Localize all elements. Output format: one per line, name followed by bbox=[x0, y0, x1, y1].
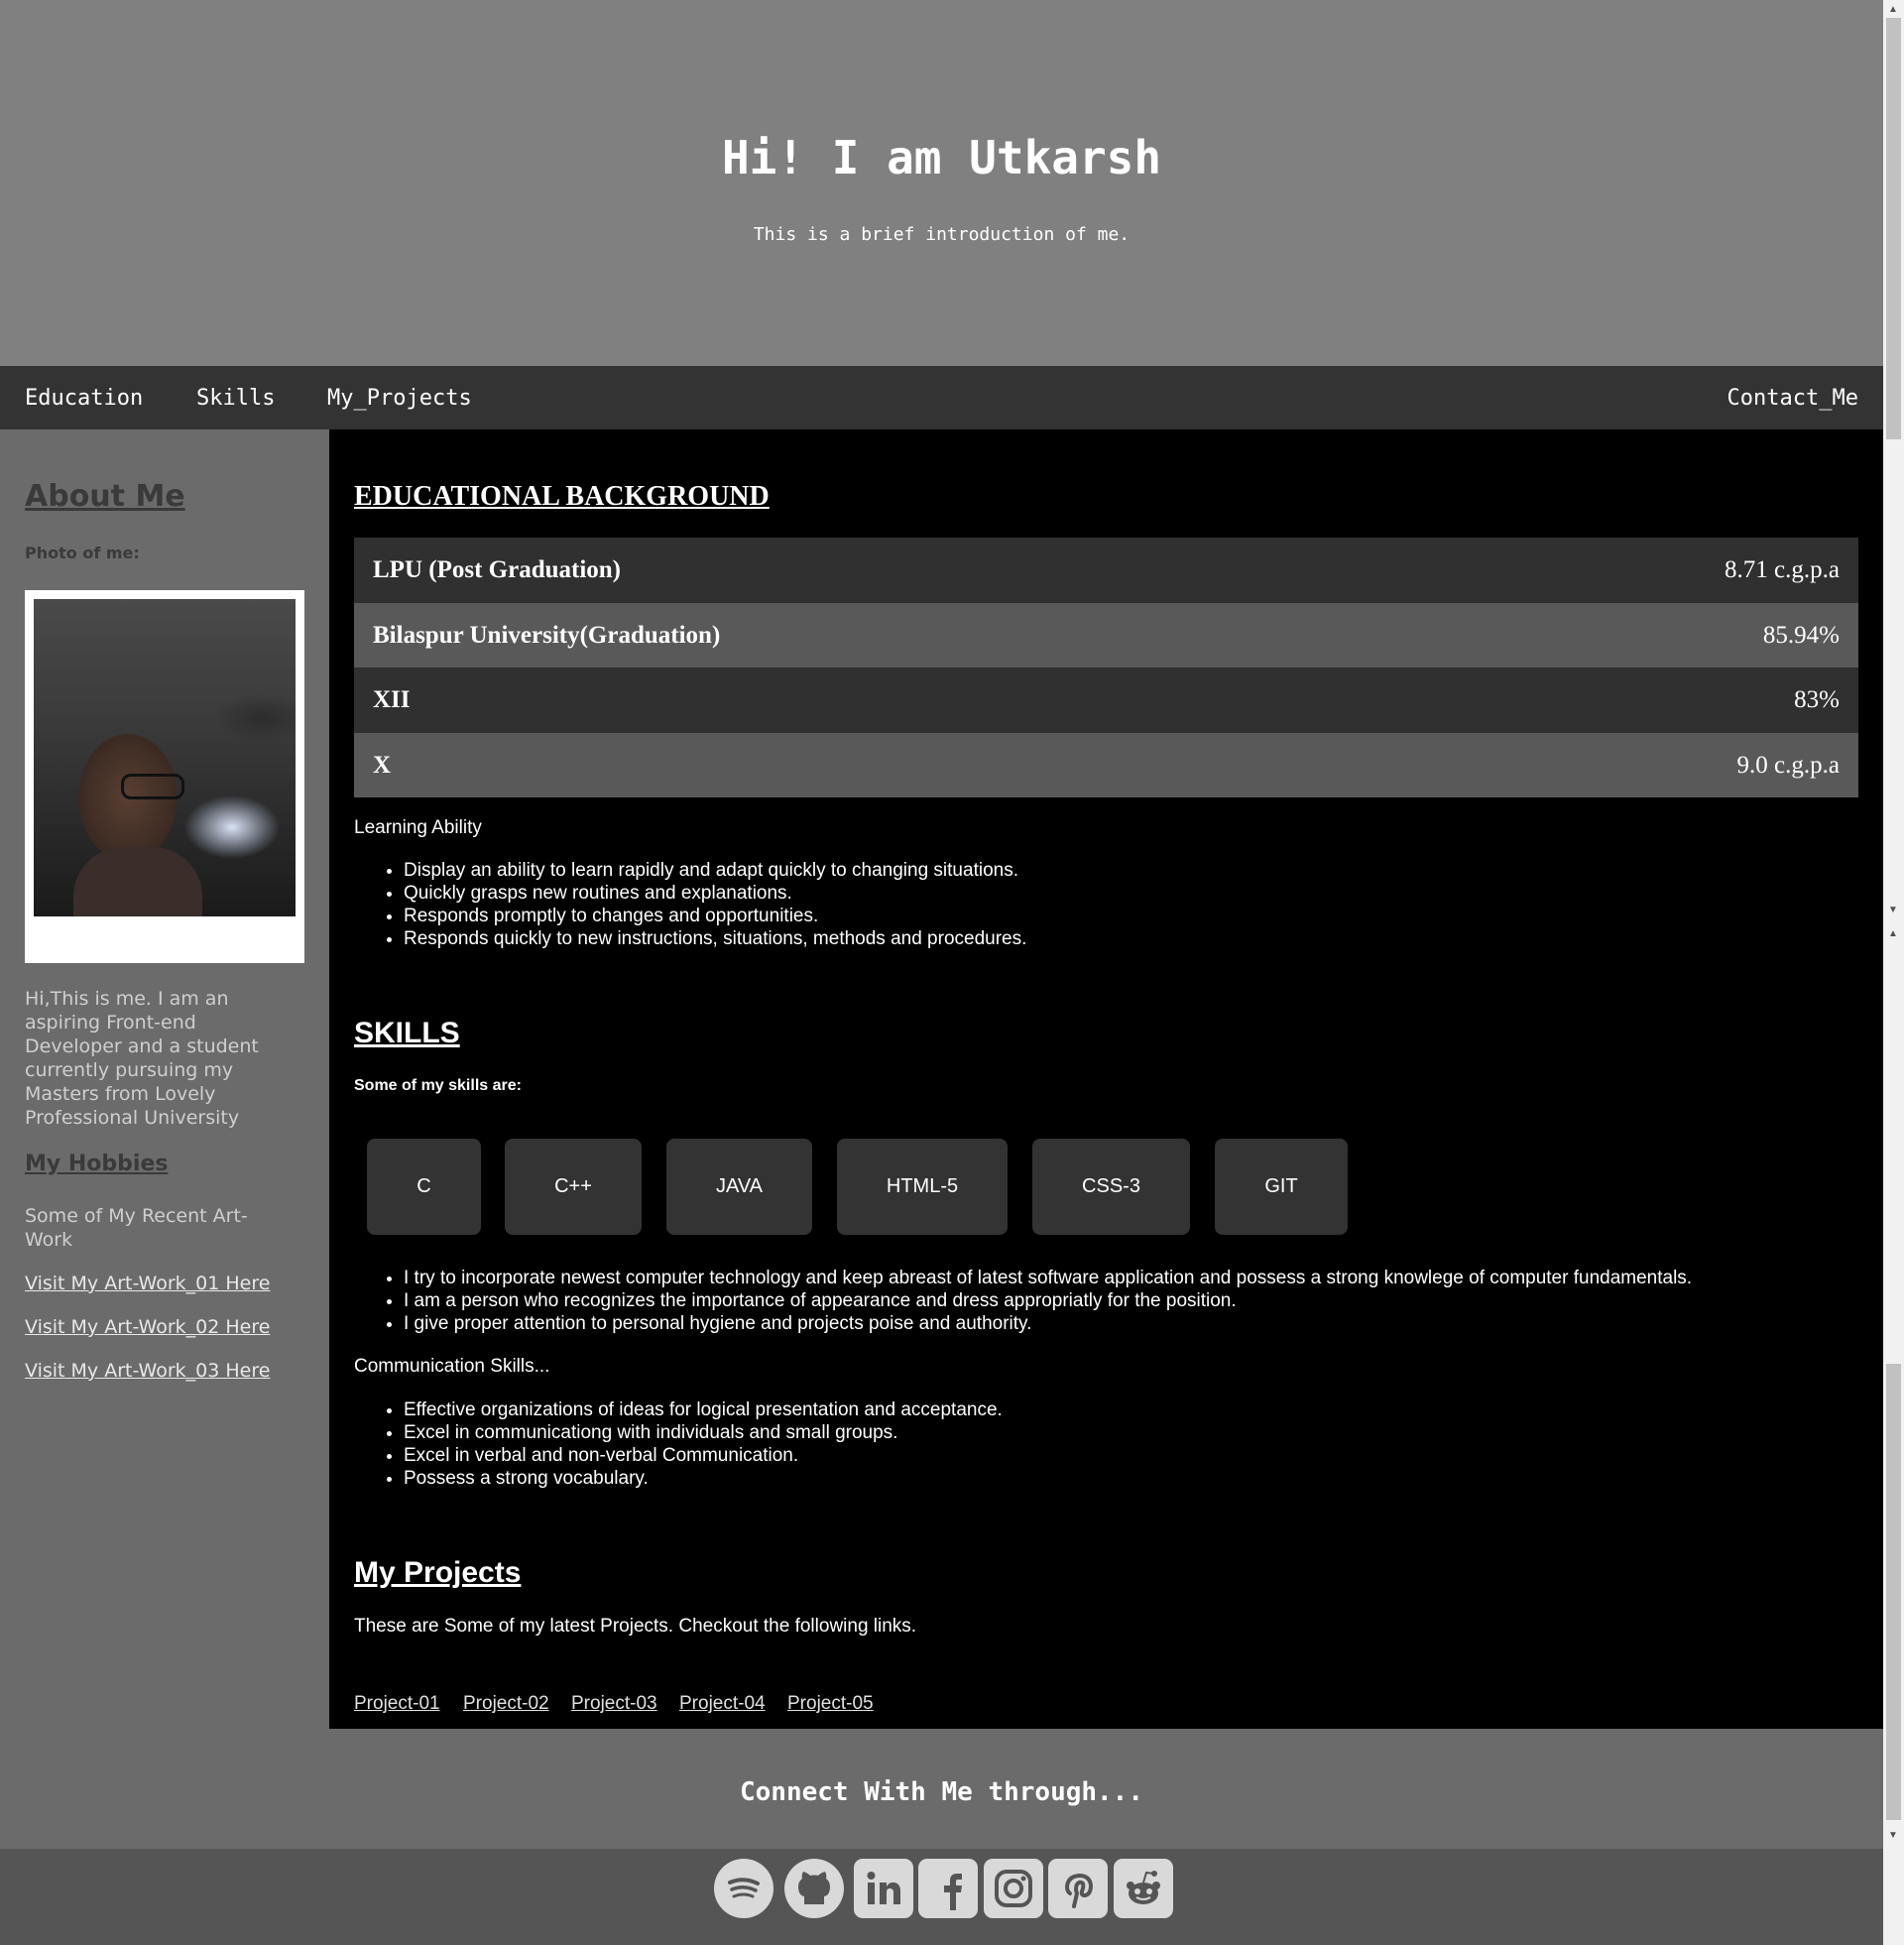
table-row: LPU (Post Graduation) 8.71 c.g.p.a bbox=[354, 538, 1858, 603]
skills-subtitle: Some of my skills are: bbox=[354, 1077, 522, 1094]
nav-projects-link[interactable]: My_Projects bbox=[327, 386, 472, 411]
education-name: XII bbox=[373, 686, 411, 713]
pinterest-icon[interactable] bbox=[1048, 1859, 1108, 1918]
page: Hi! I am Utkarsh This is a brief introdu… bbox=[0, 0, 1883, 1945]
page-subtitle: This is a brief introduction of me. bbox=[753, 224, 1130, 245]
project-link[interactable]: Project-02 bbox=[463, 1693, 549, 1715]
recent-art-text: Some of My Recent Art-Work bbox=[25, 1205, 248, 1251]
learning-title: Learning Ability bbox=[354, 817, 482, 838]
art-work-link[interactable]: Visit My Art-Work_02 Here bbox=[25, 1316, 270, 1338]
education-score: 85.94% bbox=[1762, 621, 1840, 649]
education-name: X bbox=[373, 751, 392, 779]
education-table: LPU (Post Graduation) 8.71 c.g.p.a Bilas… bbox=[354, 538, 1858, 797]
education-name: Bilaspur University(Graduation) bbox=[373, 621, 721, 649]
list-item: Effective organizations of ideas for log… bbox=[404, 1398, 1003, 1421]
skill-chip: CSS-3 bbox=[1032, 1139, 1190, 1235]
education-score: 9.0 c.g.p.a bbox=[1736, 751, 1840, 779]
project-link[interactable]: Project-04 bbox=[679, 1693, 766, 1715]
hobbies-heading: My Hobbies bbox=[25, 1152, 169, 1176]
page-header: Hi! I am Utkarsh This is a brief introdu… bbox=[0, 0, 1883, 366]
skill-chip: GIT bbox=[1215, 1139, 1348, 1235]
nav-education-link[interactable]: Education bbox=[25, 386, 143, 411]
spotify-icon[interactable] bbox=[714, 1859, 774, 1918]
intro-text: Hi,This is me. I am an aspiring Front-en… bbox=[25, 988, 259, 1129]
instagram-icon[interactable] bbox=[984, 1859, 1043, 1918]
communication-title: Communication Skills... bbox=[354, 1356, 550, 1377]
table-row: X 9.0 c.g.p.a bbox=[354, 732, 1858, 797]
sidebar: About Me Photo of me: Hi,This is me. I a… bbox=[0, 429, 329, 1729]
social-bar bbox=[0, 1849, 1883, 1945]
scroll-up-icon[interactable]: ▲ bbox=[1888, 4, 1898, 15]
list-item: Excel in verbal and non-verbal Communica… bbox=[404, 1444, 1003, 1467]
linkedin-icon[interactable] bbox=[854, 1859, 913, 1918]
skill-chip: HTML-5 bbox=[837, 1139, 1008, 1235]
table-row: Bilaspur University(Graduation) 85.94% bbox=[354, 602, 1858, 668]
learning-list: Display an ability to learn rapidly and … bbox=[354, 859, 1026, 950]
art-work-link[interactable]: Visit My Art-Work_03 Here bbox=[25, 1360, 270, 1382]
connect-heading: Connect With Me through... bbox=[740, 1777, 1143, 1807]
facebook-icon[interactable] bbox=[918, 1859, 978, 1918]
communication-list: Effective organizations of ideas for log… bbox=[354, 1398, 1003, 1490]
scroll-up-icon[interactable]: ▲ bbox=[1888, 928, 1898, 939]
skill-chip: C++ bbox=[505, 1139, 642, 1235]
skill-chip: JAVA bbox=[666, 1139, 812, 1235]
education-name: LPU (Post Graduation) bbox=[373, 556, 621, 583]
education-heading: EDUCATIONAL BACKGROUND bbox=[354, 481, 770, 512]
art-work-link[interactable]: Visit My Art-Work_01 Here bbox=[25, 1273, 270, 1294]
skills-heading: SKILLS bbox=[354, 1017, 460, 1049]
scrollbar[interactable]: ▲ ▼ ▲ ▼ bbox=[1883, 0, 1904, 1945]
photo-glasses bbox=[121, 774, 184, 799]
connect-section: Connect With Me through... bbox=[0, 1729, 1883, 1849]
github-icon[interactable] bbox=[784, 1859, 844, 1918]
scroll-thumb[interactable] bbox=[1886, 1364, 1901, 1820]
page-title: Hi! I am Utkarsh bbox=[721, 131, 1162, 184]
skills-list: I try to incorporate newest computer tec… bbox=[354, 1267, 1692, 1335]
photo-frame bbox=[25, 590, 304, 963]
about-me-heading: About Me bbox=[25, 479, 185, 514]
skill-chip: C bbox=[367, 1139, 481, 1235]
list-item: Quickly grasps new routines and explanat… bbox=[404, 882, 1026, 905]
list-item: I try to incorporate newest computer tec… bbox=[404, 1267, 1692, 1289]
list-item: Excel in communicationg with individuals… bbox=[404, 1421, 1003, 1444]
list-item: I am a person who recognizes the importa… bbox=[404, 1289, 1692, 1312]
project-link[interactable]: Project-03 bbox=[571, 1693, 657, 1715]
top-nav: Education Skills My_Projects Contact_Me bbox=[0, 366, 1883, 429]
table-row: XII 83% bbox=[354, 668, 1858, 733]
nav-contact-link[interactable]: Contact_Me bbox=[1727, 386, 1858, 411]
project-link[interactable]: Project-05 bbox=[787, 1693, 874, 1715]
list-item: Responds promptly to changes and opportu… bbox=[404, 905, 1026, 927]
projects-heading: My Projects bbox=[354, 1556, 522, 1589]
list-item: Responds quickly to new instructions, si… bbox=[404, 927, 1026, 950]
list-item: Display an ability to learn rapidly and … bbox=[404, 859, 1026, 882]
main-content: EDUCATIONAL BACKGROUND LPU (Post Graduat… bbox=[329, 429, 1883, 1729]
list-item: Possess a strong vocabulary. bbox=[404, 1467, 1003, 1490]
photo-shirt bbox=[73, 847, 202, 916]
education-score: 83% bbox=[1794, 686, 1840, 713]
nav-skills-link[interactable]: Skills bbox=[196, 386, 275, 411]
list-item: I give proper attention to personal hygi… bbox=[404, 1312, 1692, 1335]
profile-photo bbox=[34, 599, 296, 916]
scroll-down-icon[interactable]: ▼ bbox=[1888, 905, 1898, 915]
scroll-down-icon[interactable]: ▼ bbox=[1888, 1830, 1898, 1841]
reddit-icon[interactable] bbox=[1114, 1859, 1173, 1918]
photo-label: Photo of me: bbox=[25, 544, 140, 562]
education-score: 8.71 c.g.p.a bbox=[1725, 556, 1840, 583]
project-link[interactable]: Project-01 bbox=[354, 1693, 440, 1715]
scroll-thumb[interactable] bbox=[1886, 18, 1901, 439]
projects-text: These are Some of my latest Projects. Ch… bbox=[354, 1616, 917, 1637]
